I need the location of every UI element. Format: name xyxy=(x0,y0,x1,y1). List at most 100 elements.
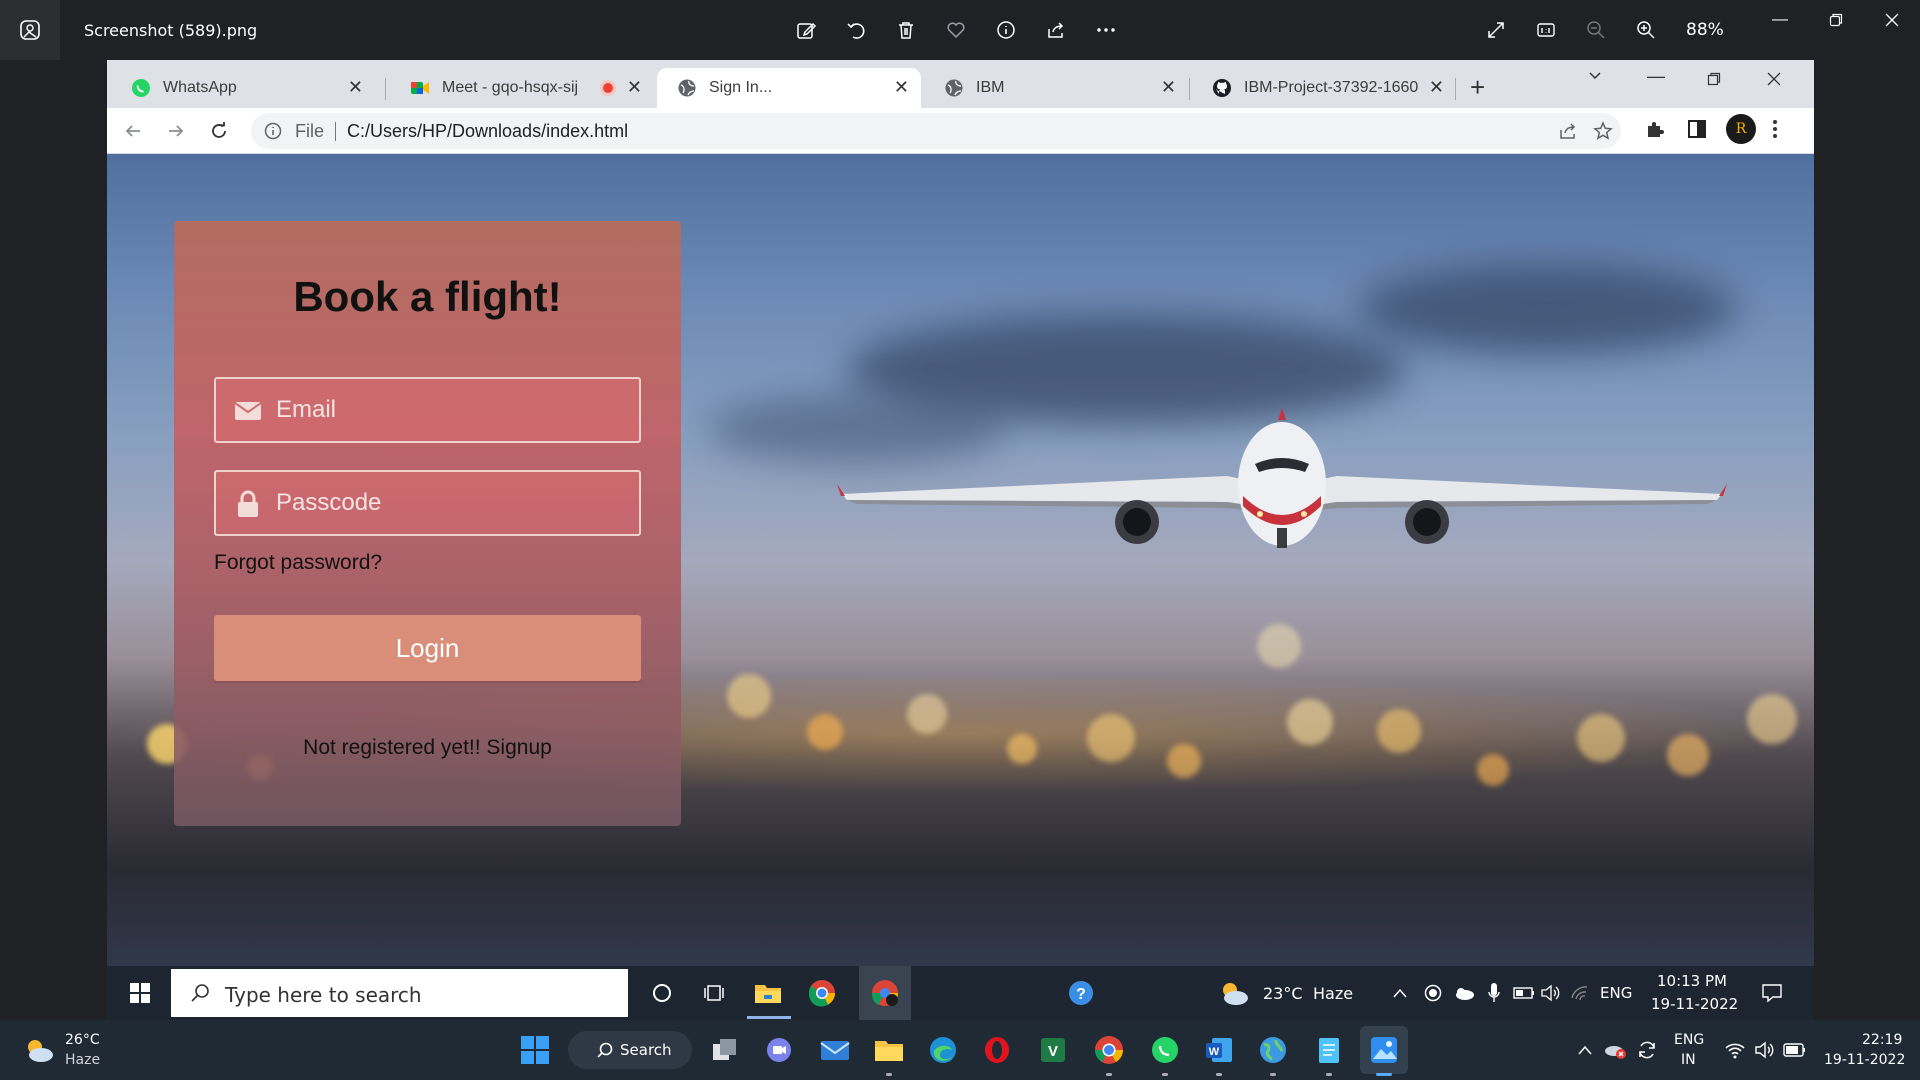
task-view-icon[interactable] xyxy=(697,976,731,1010)
info-icon[interactable] xyxy=(990,14,1022,46)
wifi-icon[interactable] xyxy=(1718,1033,1752,1067)
close-icon[interactable]: ✕ xyxy=(627,77,642,98)
passcode-field[interactable] xyxy=(214,470,641,536)
battery-icon[interactable] xyxy=(1778,1033,1812,1067)
weather-temp: 26°C xyxy=(65,1032,100,1048)
tab-meet[interactable]: Meet - gqo-hsqx-sij ✕ xyxy=(390,68,654,108)
profile-avatar[interactable]: R xyxy=(1726,114,1756,144)
more-icon[interactable] xyxy=(1090,14,1122,46)
whatsapp-icon[interactable] xyxy=(1148,1033,1182,1067)
inner-clock-time[interactable]: 10:13 PM xyxy=(1657,972,1727,990)
language-indicator[interactable]: ENG xyxy=(1674,1032,1704,1048)
vs-spreadsheet-icon[interactable]: V xyxy=(1036,1033,1070,1067)
email-input[interactable] xyxy=(276,379,626,441)
forgot-password-link[interactable]: Forgot password? xyxy=(214,551,382,575)
clock-time[interactable]: 22:19 xyxy=(1862,1032,1902,1048)
browser-menu-icon[interactable] xyxy=(1770,118,1780,145)
tab-whatsapp[interactable]: WhatsApp ✕ xyxy=(111,68,375,108)
meet-icon xyxy=(411,82,429,94)
inner-language[interactable]: ENG xyxy=(1600,984,1632,1002)
new-tab-button[interactable]: + xyxy=(1470,72,1485,103)
inner-clock-date[interactable]: 19-11-2022 xyxy=(1651,995,1738,1013)
tab-github[interactable]: IBM-Project-37392-1660 ✕ xyxy=(1192,68,1456,108)
forward-icon[interactable] xyxy=(163,118,189,144)
back-icon[interactable] xyxy=(120,118,146,144)
mail-icon[interactable] xyxy=(818,1033,852,1067)
tab-sign-in[interactable]: Sign In... ✕ xyxy=(657,68,921,108)
zoom-in-icon[interactable] xyxy=(1630,14,1662,46)
sync-icon[interactable] xyxy=(1630,1033,1664,1067)
browser-close-button[interactable] xyxy=(1767,70,1781,91)
opera-icon[interactable] xyxy=(980,1033,1014,1067)
close-icon[interactable]: ✕ xyxy=(348,77,363,98)
passcode-input[interactable] xyxy=(276,472,626,534)
photos-icon[interactable] xyxy=(1367,1033,1401,1067)
taskbar-search-button[interactable]: Search xyxy=(568,1031,692,1069)
word-icon[interactable]: W xyxy=(1202,1033,1236,1067)
maps-earth-icon[interactable] xyxy=(1256,1033,1290,1067)
rotate-icon[interactable] xyxy=(840,14,872,46)
clock-date[interactable]: 19-11-2022 xyxy=(1824,1052,1905,1068)
restore-button[interactable] xyxy=(1808,0,1864,40)
edit-image-icon[interactable] xyxy=(790,14,822,46)
weather-icon[interactable] xyxy=(22,1033,56,1067)
microphone-icon[interactable] xyxy=(1477,976,1511,1010)
signup-link[interactable]: Not registered yet!! Signup xyxy=(174,736,681,760)
tab-ibm[interactable]: IBM ✕ xyxy=(924,68,1188,108)
task-view-icon[interactable] xyxy=(708,1033,742,1067)
browser-minimize-button[interactable]: — xyxy=(1647,66,1665,87)
login-button[interactable]: Login xyxy=(214,615,641,681)
cortana-icon[interactable] xyxy=(645,976,679,1010)
inner-weather-desc: Haze xyxy=(1313,984,1354,1003)
edge-icon[interactable] xyxy=(926,1033,960,1067)
favorite-icon[interactable] xyxy=(940,14,972,46)
inner-taskbar: Type here to search ? 23°C Haze ENG 10:1… xyxy=(107,966,1814,1020)
address-bar[interactable]: File C:/Users/HP/Downloads/index.html xyxy=(251,113,1621,149)
address-url[interactable]: C:/Users/HP/Downloads/index.html xyxy=(347,121,628,142)
minimize-button[interactable]: — xyxy=(1752,0,1808,40)
email-field[interactable] xyxy=(214,377,641,443)
file-explorer-icon[interactable] xyxy=(872,1033,906,1067)
notifications-icon[interactable] xyxy=(1755,976,1789,1010)
chrome-icon[interactable] xyxy=(1092,1033,1126,1067)
site-info-icon[interactable] xyxy=(263,121,283,146)
reload-icon[interactable] xyxy=(206,118,232,144)
volume-icon[interactable] xyxy=(1748,1033,1782,1067)
close-icon[interactable]: ✕ xyxy=(1161,77,1176,98)
onedrive-error-icon[interactable] xyxy=(1598,1033,1632,1067)
close-button[interactable] xyxy=(1864,0,1920,40)
help-icon[interactable]: ? xyxy=(1064,976,1098,1010)
bookmark-star-icon[interactable] xyxy=(1592,120,1614,147)
language-region: IN xyxy=(1681,1052,1696,1068)
chevron-up-icon[interactable] xyxy=(1383,976,1417,1010)
actual-size-icon[interactable] xyxy=(1530,14,1562,46)
share-page-icon[interactable] xyxy=(1557,120,1579,147)
onedrive-icon[interactable] xyxy=(1447,976,1481,1010)
wifi-icon[interactable] xyxy=(1563,976,1597,1010)
notepad-icon[interactable] xyxy=(1312,1033,1346,1067)
close-icon[interactable]: ✕ xyxy=(894,77,909,98)
tab-search-icon[interactable] xyxy=(1587,68,1603,89)
photos-app-icon[interactable] xyxy=(0,0,60,60)
tab-label: WhatsApp xyxy=(163,79,237,96)
zoom-out-icon[interactable] xyxy=(1580,14,1612,46)
svg-text:?: ? xyxy=(1076,986,1086,1003)
chrome-profile-icon[interactable] xyxy=(868,976,902,1010)
file-explorer-icon[interactable] xyxy=(751,976,785,1010)
start-icon[interactable] xyxy=(518,1033,552,1067)
inner-search-box[interactable]: Type here to search xyxy=(171,969,628,1017)
chevron-up-icon[interactable] xyxy=(1568,1033,1602,1067)
chrome-icon[interactable] xyxy=(805,976,839,1010)
record-icon[interactable] xyxy=(1416,976,1450,1010)
search-icon xyxy=(597,1042,613,1058)
windows-start-icon[interactable] xyxy=(123,976,157,1010)
side-panel-icon[interactable] xyxy=(1686,118,1708,145)
close-icon[interactable]: ✕ xyxy=(1429,77,1444,98)
tab-label: Sign In... xyxy=(709,79,773,96)
share-icon[interactable] xyxy=(1040,14,1072,46)
extensions-icon[interactable] xyxy=(1644,118,1666,145)
teams-chat-icon[interactable] xyxy=(762,1033,796,1067)
fullscreen-icon[interactable] xyxy=(1480,14,1512,46)
delete-icon[interactable] xyxy=(890,14,922,46)
browser-restore-button[interactable] xyxy=(1707,70,1721,91)
